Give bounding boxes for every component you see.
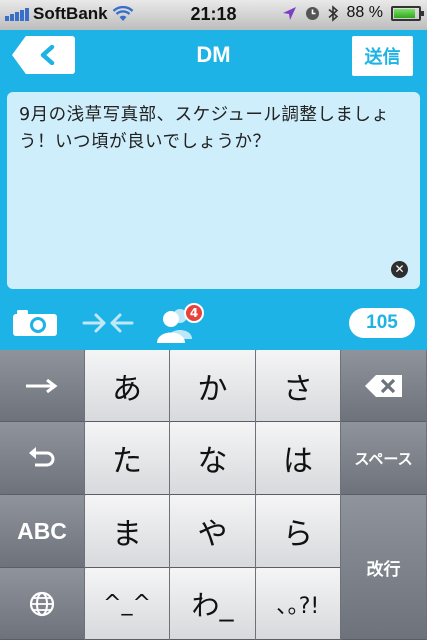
key-space[interactable]: スペース <box>341 422 427 495</box>
globe-icon <box>29 591 55 616</box>
arrow-right-icon <box>26 378 58 393</box>
nav-bar: DM 送信 <box>0 30 427 82</box>
return-label: 改行 <box>366 559 401 580</box>
key-ma[interactable]: ま <box>85 495 170 568</box>
key-wa[interactable]: わ_ <box>170 568 256 640</box>
keyboard: あ か さ た な は スペース ABC ま や ら 改行 ^_^ わ_ ､｡?… <box>0 350 427 640</box>
key-return[interactable]: 改行 <box>341 495 427 640</box>
send-button[interactable]: 送信 <box>352 36 413 76</box>
status-bar: SoftBank 21:18 88 % <box>0 0 427 30</box>
message-input[interactable]: 9月の浅草写真部、スケジュール調整しましょう！いつ頃が良いでしょうか？ ✕ <box>7 92 420 289</box>
status-right: 88 % <box>282 4 424 22</box>
recipients-button[interactable]: 4 <box>154 303 204 345</box>
camera-icon[interactable] <box>12 309 58 337</box>
key-abc[interactable]: ABC <box>0 495 85 568</box>
collapse-arrows-icon[interactable] <box>82 311 134 335</box>
abc-label: ABC <box>17 517 67 544</box>
key-sa[interactable]: さ <box>256 350 341 422</box>
undo-icon <box>29 447 55 467</box>
key-emoticon[interactable]: ^_^ <box>85 568 170 640</box>
key-ka[interactable]: か <box>170 350 256 422</box>
space-label: スペース <box>354 449 413 468</box>
key-ya[interactable]: や <box>170 495 256 568</box>
key-punctuation[interactable]: ､｡?! <box>256 568 341 640</box>
battery-icon <box>391 5 424 21</box>
key-a[interactable]: あ <box>85 350 170 422</box>
emoticon-label: ^_^ <box>103 591 151 616</box>
compose-area: 9月の浅草写真部、スケジュール調整しましょう！いつ頃が良いでしょうか？ ✕ <box>0 82 427 295</box>
punctuation-label: ､｡?! <box>276 593 320 619</box>
compose-toolbar: 4 105 <box>0 295 427 350</box>
key-ha[interactable]: は <box>256 422 341 495</box>
location-arrow-icon <box>282 6 296 20</box>
wa-label: わ_ <box>191 588 234 622</box>
backspace-icon <box>364 374 402 397</box>
character-counter: 105 <box>349 308 415 338</box>
alarm-clock-icon <box>305 6 319 20</box>
clear-text-icon[interactable]: ✕ <box>391 261 408 278</box>
key-ta[interactable]: た <box>85 422 170 495</box>
key-na[interactable]: な <box>170 422 256 495</box>
key-undo[interactable] <box>0 422 85 495</box>
key-globe[interactable] <box>0 568 85 640</box>
battery-percent: 88 % <box>346 4 383 21</box>
key-ra[interactable]: ら <box>256 495 341 568</box>
key-arrow-right[interactable] <box>0 350 85 422</box>
message-text[interactable]: 9月の浅草写真部、スケジュール調整しましょう！いつ頃が良いでしょうか？ <box>19 102 411 156</box>
key-delete[interactable] <box>341 350 427 422</box>
recipient-count-badge: 4 <box>184 303 204 323</box>
bluetooth-icon <box>328 4 338 22</box>
